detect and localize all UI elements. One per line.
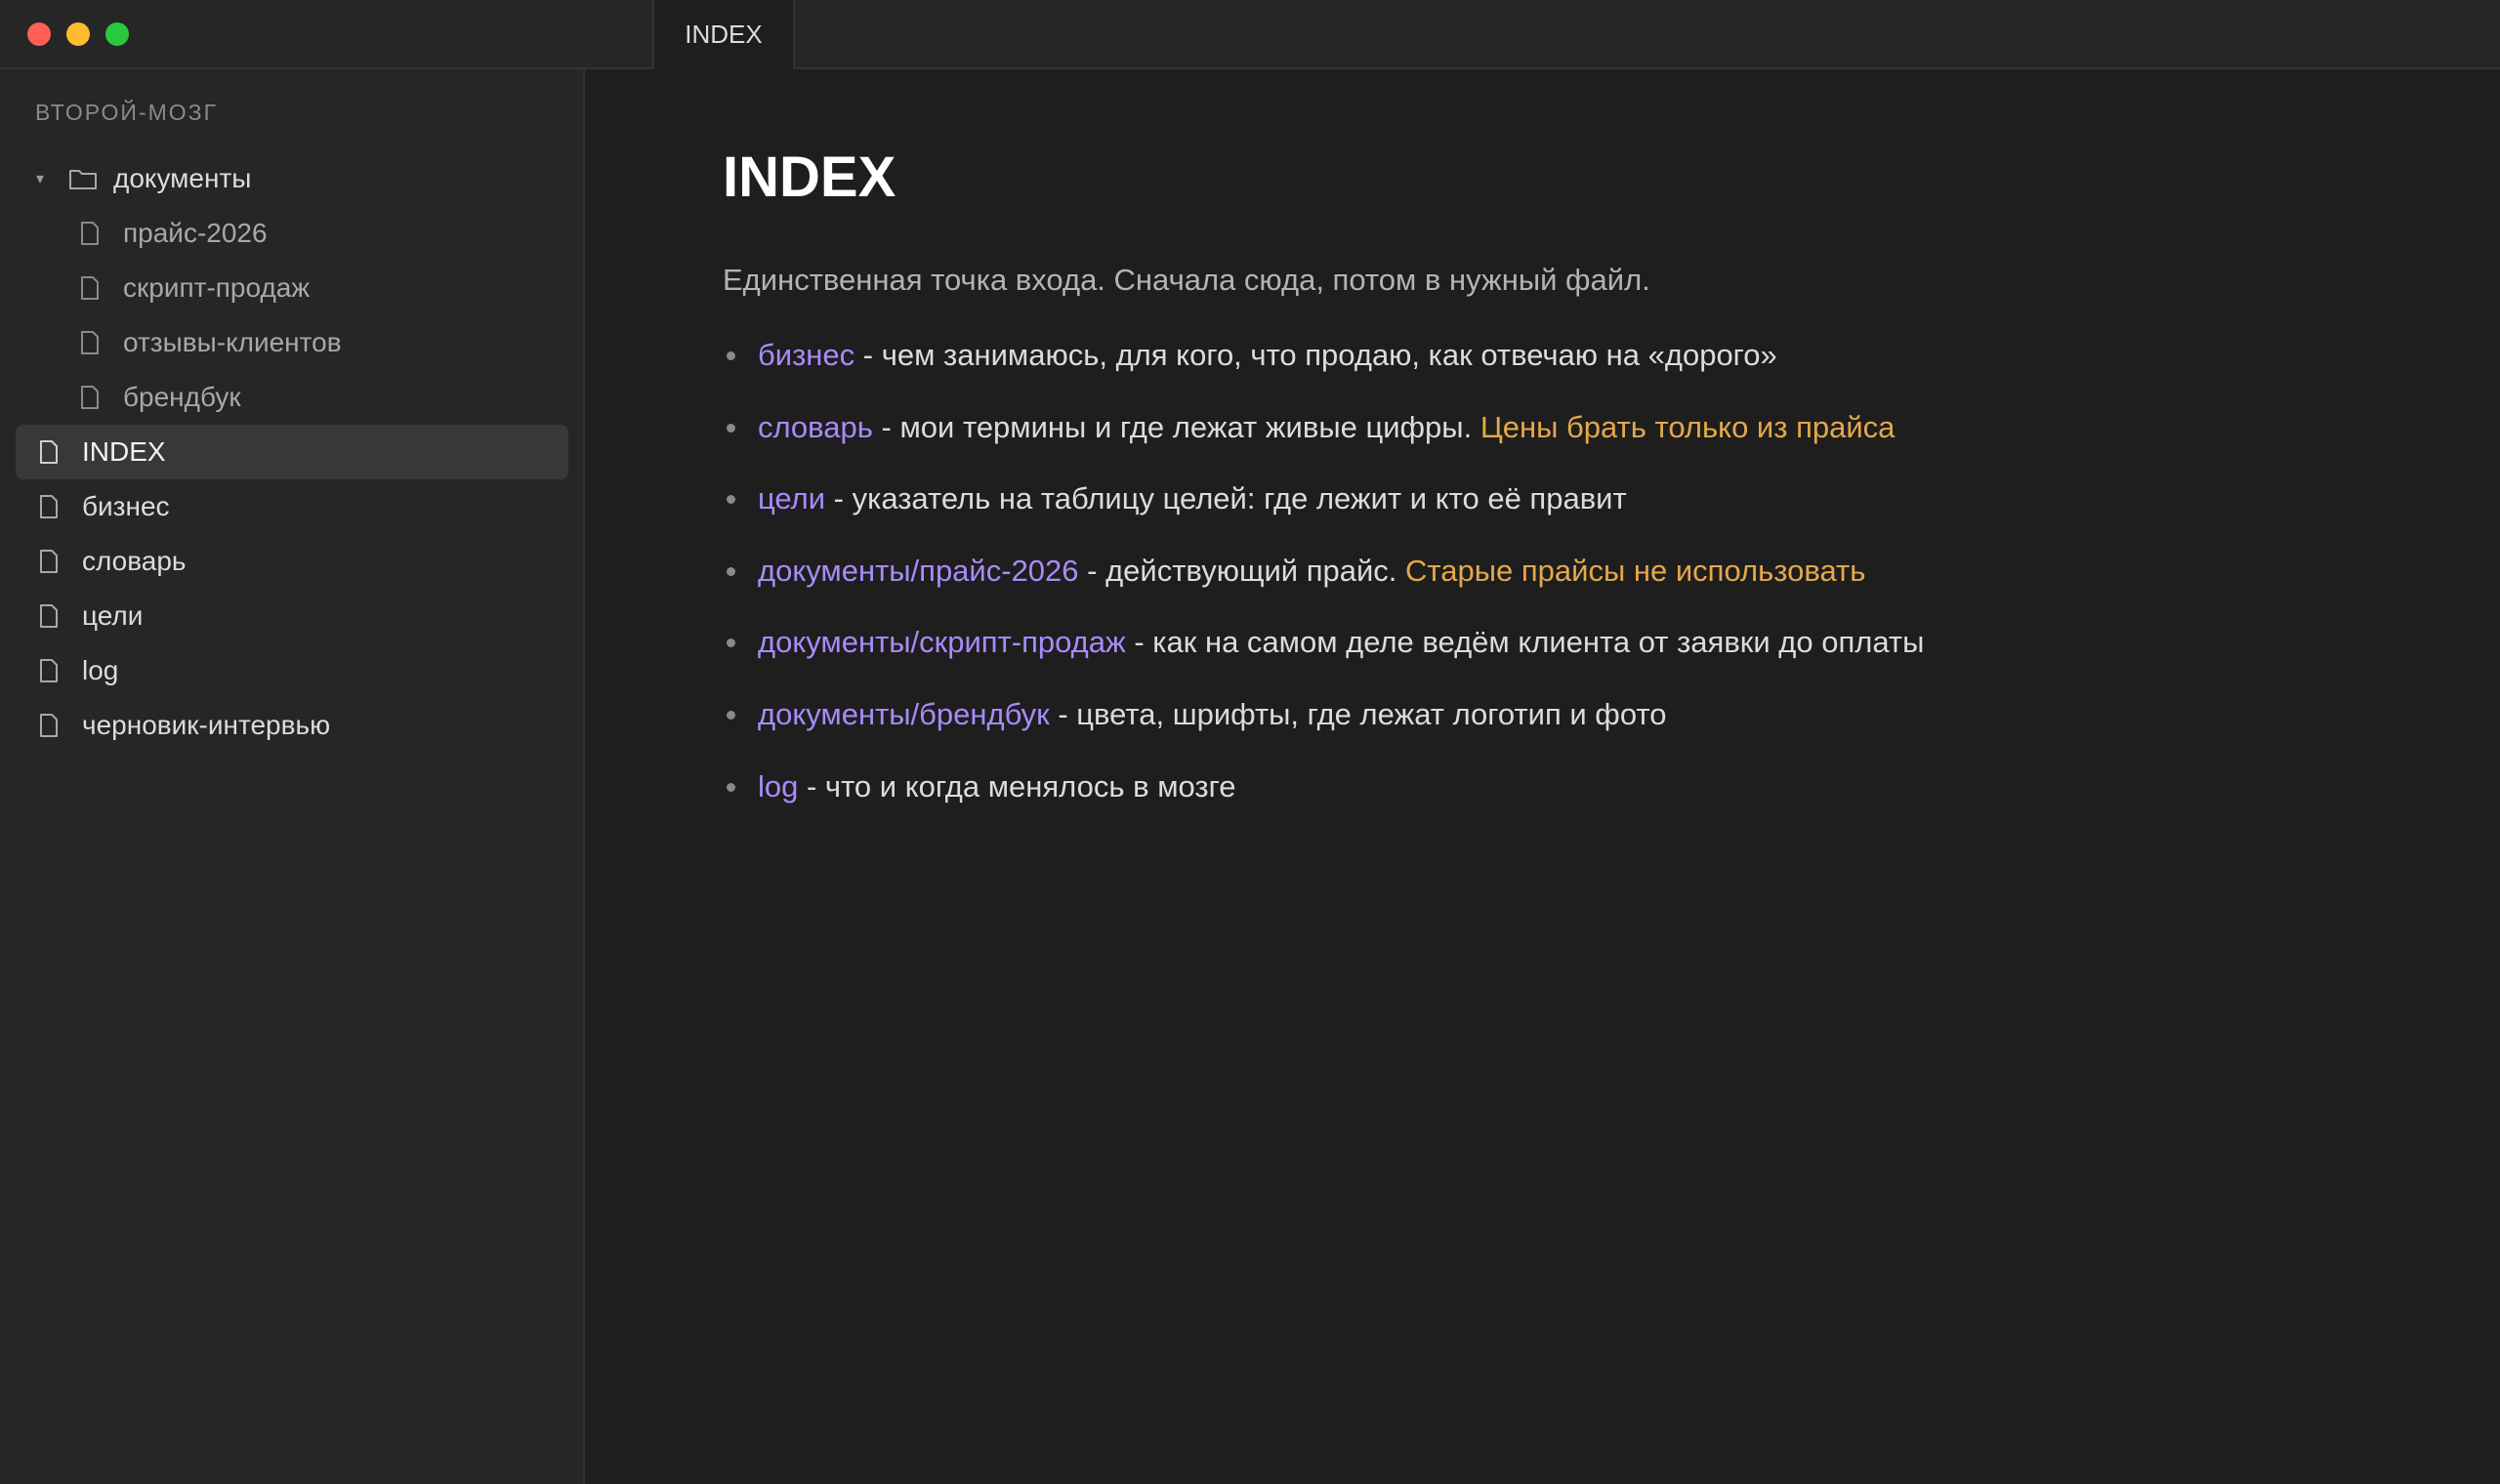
file-explorer-sidebar: ВТОРОЙ-МОЗГ ▾ документы прайс-2026 скрип… — [0, 69, 585, 1484]
sidebar-item-client-reviews[interactable]: отзывы-клиентов — [16, 315, 568, 370]
item-warning-note: Старые прайсы не использовать — [1405, 553, 1866, 588]
bullet-icon — [727, 566, 735, 576]
sidebar-item-label: цели — [82, 600, 144, 631]
list-item: log - что и когда менялось в мозге — [723, 768, 1924, 841]
index-link-list: бизнес - чем занимаюсь, для кого, что пр… — [723, 337, 1924, 840]
sidebar-item-label: прайс-2026 — [123, 218, 268, 248]
file-icon — [81, 386, 99, 409]
file-icon — [40, 659, 58, 682]
sidebar-item-label: INDEX — [82, 436, 166, 467]
minimize-window-button[interactable] — [66, 22, 90, 46]
sidebar-item-price-2026[interactable]: прайс-2026 — [16, 206, 568, 261]
list-item: бизнес - чем занимаюсь, для кого, что пр… — [723, 337, 1924, 409]
sidebar-item-index[interactable]: INDEX — [16, 425, 568, 479]
chevron-down-icon[interactable]: ▾ — [33, 169, 47, 188]
sidebar-item-brandbook[interactable]: брендбук — [16, 370, 568, 425]
sidebar-item-label: бизнес — [82, 491, 170, 521]
link-brandbook[interactable]: документы/брендбук — [758, 697, 1050, 731]
item-description: - мои термины и где лежат живые цифры. — [872, 409, 1480, 444]
document-view: INDEX Единственная точка входа. Сначала … — [587, 71, 2500, 1484]
close-window-button[interactable] — [27, 22, 51, 46]
folder-icon — [69, 170, 97, 189]
list-item: документы/прайс-2026 - действующий прайс… — [723, 553, 1924, 625]
item-description: - что и когда менялось в мозге — [798, 768, 1236, 804]
file-icon — [81, 222, 99, 245]
sidebar-item-label: брендбук — [123, 382, 241, 412]
link-price-2026[interactable]: документы/прайс-2026 — [758, 554, 1079, 588]
list-item: документы/скрипт-продаж - как на самом д… — [723, 624, 1924, 696]
list-item: словарь - мои термины и где лежат живые … — [723, 409, 1924, 481]
bullet-icon — [727, 423, 735, 433]
sidebar-item-dictionary[interactable]: словарь — [16, 534, 568, 589]
vault-name: ВТОРОЙ-МОЗГ — [35, 100, 219, 125]
item-warning-note: Цены брать только из прайса — [1479, 409, 1896, 444]
link-dictionary[interactable]: словарь — [758, 410, 873, 444]
bullet-icon — [727, 495, 735, 505]
file-icon — [40, 495, 58, 518]
intro-paragraph: Единственная точка входа. Сначала сюда, … — [723, 263, 1650, 297]
list-item: цели - указатель на таблицу целей: где л… — [723, 480, 1924, 553]
sidebar-item-label: отзывы-клиентов — [123, 327, 342, 357]
sidebar-folder-documents[interactable]: ▾ документы — [16, 151, 568, 206]
sidebar-item-label: словарь — [82, 546, 187, 576]
item-description: - указатель на таблицу целей: где лежит … — [825, 481, 1627, 516]
page-title: INDEX — [723, 145, 896, 209]
file-icon — [81, 331, 99, 354]
bullet-icon — [727, 639, 735, 648]
link-sales-script[interactable]: документы/скрипт-продаж — [758, 625, 1126, 659]
file-icon — [40, 714, 58, 737]
bullet-icon — [727, 710, 735, 720]
title-bar: INDEX — [0, 0, 2500, 69]
sidebar-item-business[interactable]: бизнес — [16, 479, 568, 534]
bullet-icon — [727, 782, 735, 792]
list-item: документы/брендбук - цвета, шрифты, где … — [723, 696, 1924, 768]
link-log[interactable]: log — [758, 769, 798, 804]
file-icon — [81, 276, 99, 300]
item-description: - чем занимаюсь, для кого, что продаю, к… — [854, 338, 1777, 372]
file-icon — [40, 550, 58, 573]
link-business[interactable]: бизнес — [758, 338, 854, 372]
sidebar-item-label: скрипт-продаж — [123, 272, 311, 303]
sidebar-item-interview-draft[interactable]: черновик-интервью — [16, 698, 568, 753]
file-icon — [40, 440, 58, 464]
item-description: - действующий прайс. — [1078, 553, 1406, 588]
item-description: - цвета, шрифты, где лежат логотип и фот… — [1049, 696, 1667, 731]
file-icon — [40, 604, 58, 628]
sidebar-item-goals[interactable]: цели — [16, 589, 568, 643]
sidebar-item-label: черновик-интервью — [82, 710, 331, 740]
maximize-window-button[interactable] — [105, 22, 129, 46]
sidebar-folder-label: документы — [113, 163, 252, 193]
item-description: - как на самом деле ведём клиента от зая… — [1125, 625, 1925, 660]
bullet-icon — [727, 351, 735, 360]
sidebar-item-sales-script[interactable]: скрипт-продаж — [16, 261, 568, 315]
sidebar-item-log[interactable]: log — [16, 643, 568, 698]
tab-label: INDEX — [685, 20, 763, 49]
sidebar-item-label: log — [82, 655, 119, 685]
tab-index[interactable]: INDEX — [652, 0, 795, 69]
link-goals[interactable]: цели — [758, 481, 825, 515]
